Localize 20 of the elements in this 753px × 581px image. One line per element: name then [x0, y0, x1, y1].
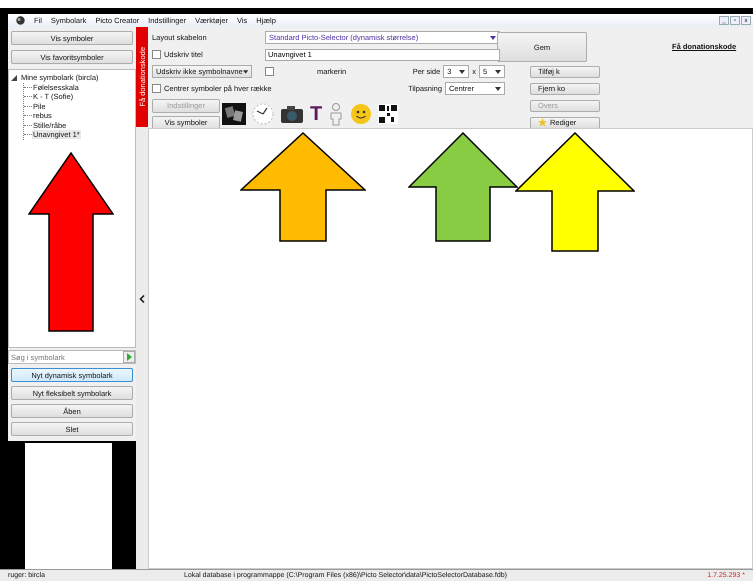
caret-icon	[495, 86, 501, 90]
caret-icon	[139, 295, 145, 303]
clock-icon[interactable]	[252, 103, 274, 125]
caret-icon	[495, 70, 501, 74]
photo-icon[interactable]	[222, 103, 246, 125]
camera-icon[interactable]	[280, 104, 304, 124]
checkbox[interactable]	[152, 84, 161, 93]
app-logo-icon	[16, 16, 25, 25]
smiley-icon[interactable]	[350, 103, 372, 125]
star-icon	[538, 118, 547, 127]
qr-code-icon[interactable]	[378, 104, 398, 124]
checkbox[interactable]	[265, 67, 274, 76]
text-tool-icon[interactable]: T	[310, 102, 322, 126]
go-button[interactable]	[123, 351, 135, 363]
expander-icon[interactable]	[11, 74, 17, 81]
checkbox[interactable]	[152, 50, 161, 59]
caret-icon	[459, 70, 466, 74]
play-icon	[126, 353, 132, 361]
caret-icon	[242, 70, 248, 74]
caret-icon	[490, 36, 496, 40]
